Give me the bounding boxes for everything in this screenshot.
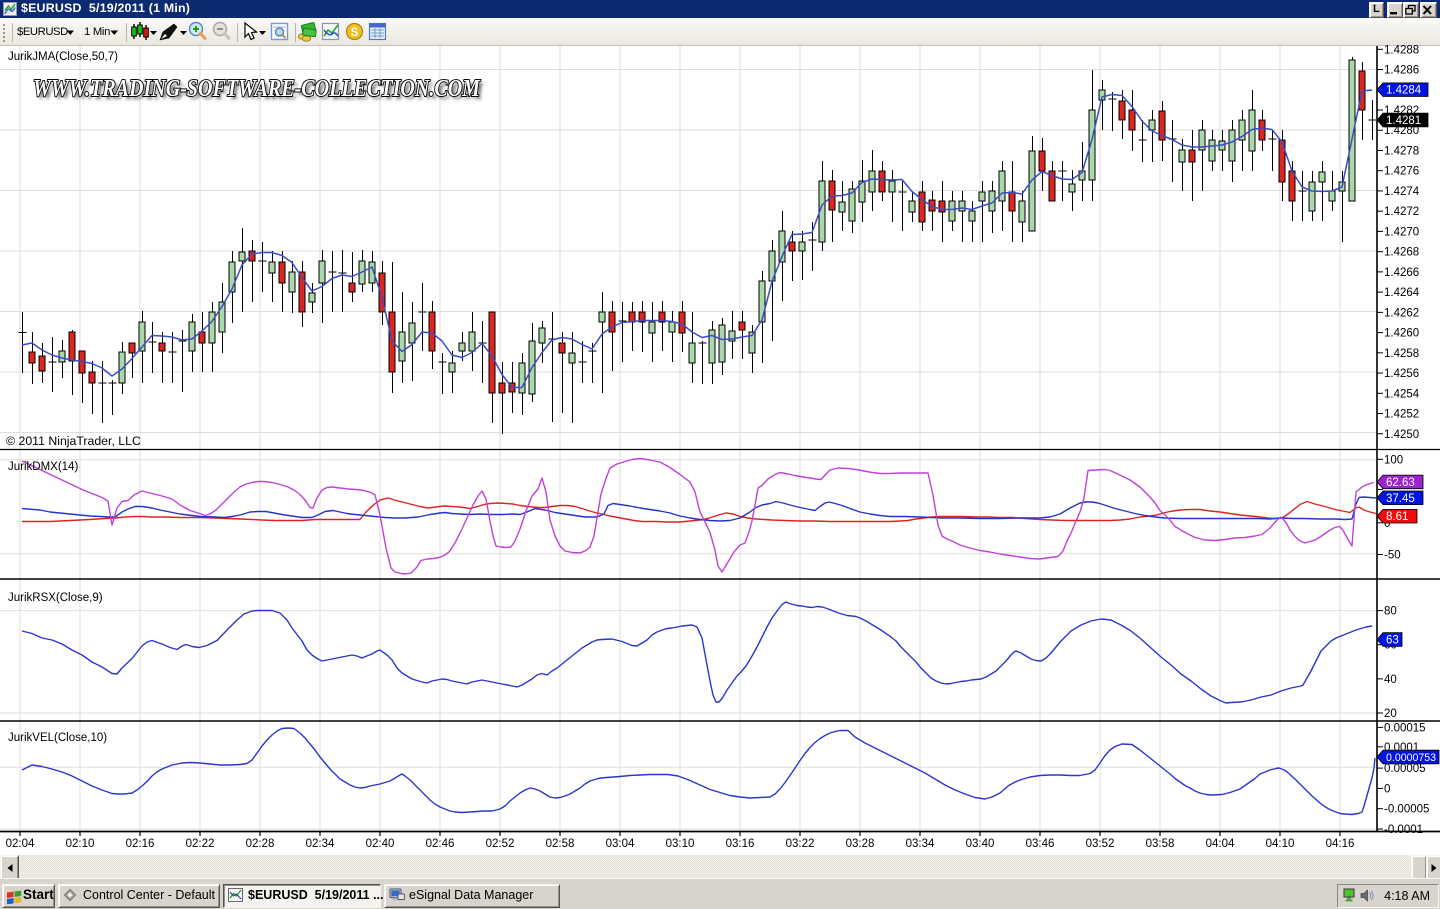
svg-text:1.4264: 1.4264: [1384, 287, 1420, 299]
svg-text:63: 63: [1386, 635, 1399, 647]
svg-text:02:28: 02:28: [246, 838, 275, 850]
svg-text:1.4281: 1.4281: [1386, 115, 1421, 127]
svg-text:JurikJMA(Close,50,7): JurikJMA(Close,50,7): [8, 51, 118, 63]
svg-text:03:40: 03:40: [966, 838, 995, 850]
svg-text:1.4252: 1.4252: [1384, 409, 1419, 421]
svg-text:37.45: 37.45: [1386, 493, 1415, 505]
svg-text:1.4254: 1.4254: [1384, 388, 1420, 400]
svg-text:1.4266: 1.4266: [1384, 267, 1419, 279]
svg-text:1.4250: 1.4250: [1384, 429, 1419, 441]
svg-text:WWW.TRADING-SOFTWARE-COLLECTIO: WWW.TRADING-SOFTWARE-COLLECTION.COM: [33, 76, 481, 102]
svg-text:03:04: 03:04: [606, 838, 635, 850]
svg-text:03:46: 03:46: [1026, 838, 1055, 850]
svg-text:0: 0: [1384, 783, 1390, 795]
svg-text:03:52: 03:52: [1086, 838, 1115, 850]
svg-text:JurikRSX(Close,9): JurikRSX(Close,9): [8, 592, 103, 604]
svg-text:62.63: 62.63: [1386, 477, 1415, 489]
svg-text:02:46: 02:46: [426, 838, 455, 850]
svg-text:8.61: 8.61: [1386, 511, 1408, 523]
svg-text:1.4258: 1.4258: [1384, 348, 1419, 360]
svg-text:04:16: 04:16: [1326, 838, 1355, 850]
svg-text:1.4284: 1.4284: [1386, 85, 1422, 97]
svg-text:02:04: 02:04: [6, 838, 35, 850]
svg-text:100: 100: [1384, 454, 1403, 466]
svg-text:03:10: 03:10: [666, 838, 695, 850]
svg-text:02:34: 02:34: [306, 838, 335, 850]
svg-text:40: 40: [1384, 674, 1397, 686]
svg-text:-50: -50: [1384, 550, 1401, 562]
svg-text:04:04: 04:04: [1206, 838, 1235, 850]
svg-text:02:58: 02:58: [546, 838, 575, 850]
svg-text:03:16: 03:16: [726, 838, 755, 850]
svg-text:0.0000753: 0.0000753: [1386, 752, 1436, 764]
svg-text:© 2011 NinjaTrader, LLC: © 2011 NinjaTrader, LLC: [6, 434, 141, 448]
svg-text:02:10: 02:10: [66, 838, 95, 850]
svg-text:JurikDMX(14): JurikDMX(14): [8, 461, 78, 473]
svg-text:03:22: 03:22: [786, 838, 815, 850]
svg-text:02:40: 02:40: [366, 838, 395, 850]
svg-text:-0.0001: -0.0001: [1384, 824, 1423, 836]
svg-text:1.4260: 1.4260: [1384, 328, 1419, 340]
svg-text:02:52: 02:52: [486, 838, 515, 850]
svg-text:0.00005: 0.00005: [1384, 763, 1426, 775]
svg-text:JurikVEL(Close,10): JurikVEL(Close,10): [8, 732, 107, 744]
svg-text:1.4262: 1.4262: [1384, 307, 1419, 319]
svg-text:04:10: 04:10: [1266, 838, 1295, 850]
svg-text:03:34: 03:34: [906, 838, 935, 850]
svg-text:1.4274: 1.4274: [1384, 186, 1420, 198]
svg-text:0.00015: 0.00015: [1384, 722, 1426, 734]
svg-text:03:28: 03:28: [846, 838, 875, 850]
svg-text:03:58: 03:58: [1146, 838, 1175, 850]
svg-text:02:16: 02:16: [126, 838, 155, 850]
svg-text:1.4272: 1.4272: [1384, 206, 1419, 218]
svg-text:-0.00005: -0.00005: [1384, 804, 1429, 816]
svg-text:1.4256: 1.4256: [1384, 368, 1419, 380]
svg-text:02:22: 02:22: [186, 838, 215, 850]
svg-text:1.4270: 1.4270: [1384, 226, 1419, 238]
svg-text:1.4278: 1.4278: [1384, 145, 1419, 157]
svg-text:20: 20: [1384, 708, 1397, 720]
svg-text:1.4286: 1.4286: [1384, 65, 1419, 77]
svg-text:1.4268: 1.4268: [1384, 247, 1419, 259]
svg-text:80: 80: [1384, 606, 1397, 618]
svg-text:1.4288: 1.4288: [1384, 44, 1419, 56]
svg-text:1.4276: 1.4276: [1384, 166, 1419, 178]
